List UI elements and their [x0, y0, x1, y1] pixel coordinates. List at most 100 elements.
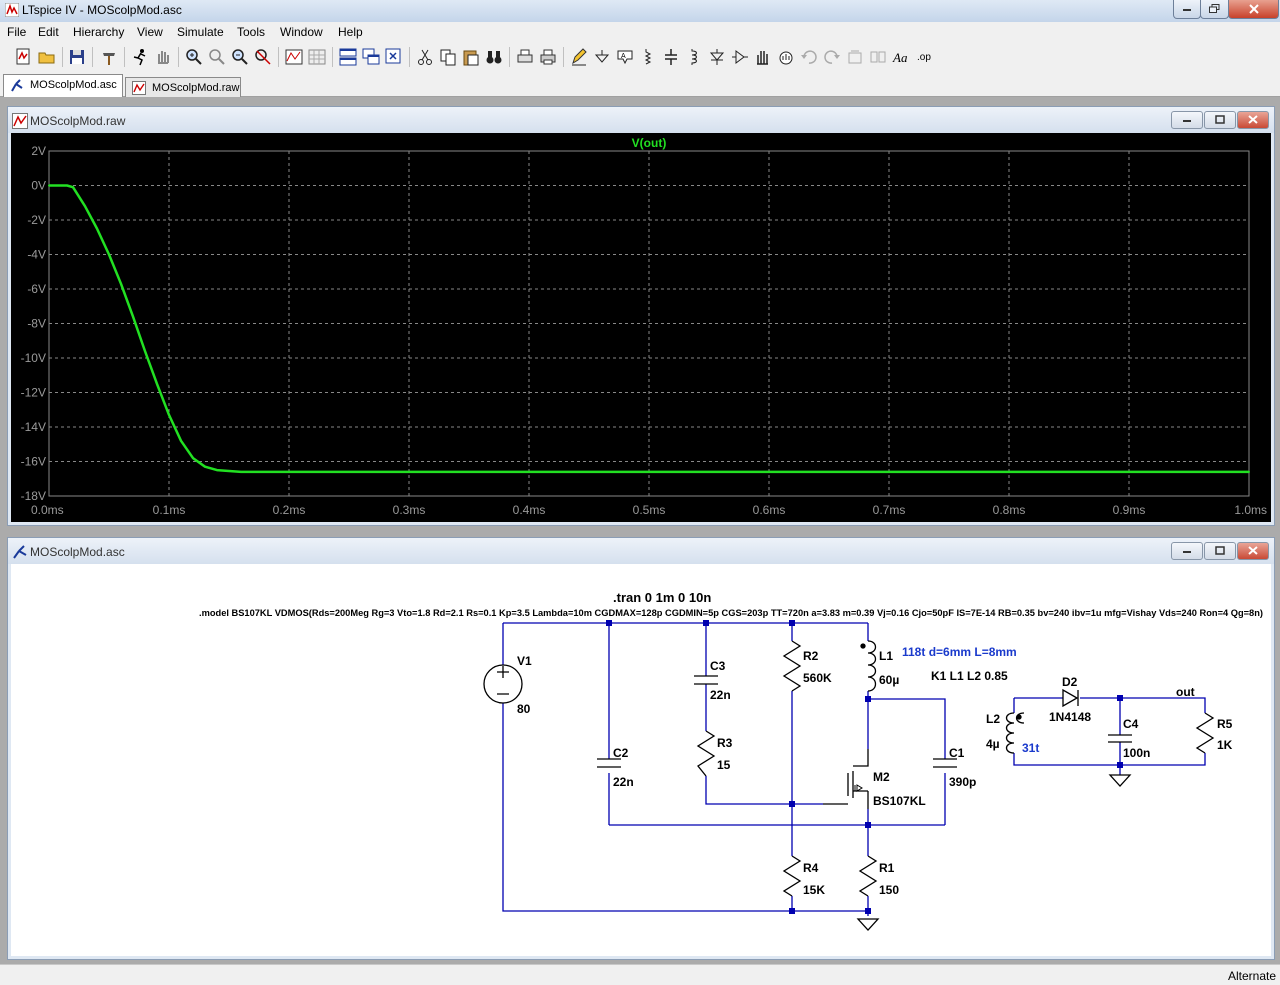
close-icon — [1248, 4, 1259, 14]
schematic-restore-button[interactable] — [1204, 542, 1236, 560]
coupling-directive[interactable]: K1 L1 L2 0.85 — [931, 669, 1008, 683]
mirror-icon[interactable] — [868, 47, 888, 67]
cut-icon[interactable] — [415, 47, 435, 67]
r5-value: 1K — [1217, 738, 1233, 752]
label-net-icon[interactable]: A — [615, 47, 635, 67]
menu-view[interactable]: View — [137, 25, 163, 39]
save-icon[interactable] — [67, 47, 87, 67]
document-tabs: MOScolpMod.asc MOScolpMod.raw — [0, 72, 1280, 97]
capacitor-c4[interactable] — [1108, 734, 1132, 743]
diode-icon[interactable] — [707, 47, 727, 67]
halt-hand-icon[interactable] — [153, 47, 173, 67]
grid-icon[interactable] — [307, 47, 327, 67]
resistor-r3[interactable] — [696, 730, 716, 777]
circuit-diagram[interactable]: .tran 0 1m 0 10n .model BS107KL VDMOS(Rd… — [11, 564, 1269, 954]
zoom-in-icon[interactable] — [184, 47, 204, 67]
trace-point — [240, 470, 242, 473]
open-folder-icon[interactable] — [37, 47, 57, 67]
draw-wire-pencil-icon[interactable] — [569, 47, 589, 67]
spice-directive-icon[interactable]: .op — [914, 47, 934, 67]
schematic-canvas[interactable]: .tran 0 1m 0 10n .model BS107KL VDMOS(Rd… — [11, 564, 1271, 956]
redo-icon[interactable] — [822, 47, 842, 67]
menu-help[interactable]: Help — [338, 25, 363, 39]
capacitor-icon[interactable] — [661, 47, 681, 67]
drag-hand-icon[interactable] — [776, 47, 796, 67]
menu-hierarchy[interactable]: Hierarchy — [73, 25, 124, 39]
autorange-icon[interactable] — [284, 47, 304, 67]
resistor-r1[interactable] — [858, 855, 878, 897]
schematic-minimize-button[interactable] — [1171, 542, 1203, 560]
inductor-icon[interactable] — [684, 47, 704, 67]
capacitor-c2[interactable] — [597, 758, 621, 768]
resistor-r4[interactable] — [782, 855, 802, 897]
tab-waveform[interactable]: MOScolpMod.raw — [125, 77, 241, 97]
trace-point — [66, 184, 68, 187]
schematic-window: MOScolpMod.asc .tran 0 1m 0 10n .model B… — [7, 537, 1275, 960]
menu-window[interactable]: Window — [280, 25, 323, 39]
print-icon[interactable] — [538, 47, 558, 67]
menu-file[interactable]: File — [7, 25, 26, 39]
capacitor-c3[interactable] — [694, 675, 718, 685]
close-all-windows-icon[interactable] — [384, 47, 404, 67]
find-binoculars-icon[interactable] — [484, 47, 504, 67]
turns-comment[interactable]: 31t — [1022, 741, 1039, 755]
paste-icon[interactable] — [461, 47, 481, 67]
zoom-fit-icon[interactable] — [253, 47, 273, 67]
trace-point — [768, 470, 770, 473]
waveform-plot[interactable]: 0.0ms 0.1ms 0.2ms 0.3ms 0.4ms 0.5ms 0.6ms 0.7ms… — [11, 133, 1269, 520]
capacitor-c1[interactable] — [933, 758, 957, 768]
run-simulation-icon[interactable] — [130, 47, 150, 67]
ground-symbol-icon[interactable] — [592, 47, 612, 67]
coil-comment[interactable]: 118t d=6mm L=8mm — [902, 645, 1017, 659]
print-setup-icon[interactable] — [515, 47, 535, 67]
resistor-r5[interactable] — [1195, 712, 1215, 754]
trace-point — [48, 184, 50, 187]
restore-button[interactable] — [1200, 0, 1229, 19]
zoom-out-icon[interactable] — [230, 47, 250, 67]
y-tick-label: 0V — [31, 179, 46, 193]
menu-edit[interactable]: Edit — [38, 25, 59, 39]
waveform-window: MOScolpMod.raw 0.0ms 0.1ms 0.2ms 0.3ms 0.4ms… — [7, 106, 1275, 526]
model-directive[interactable]: .model BS107KL VDMOS(Rds=200Meg Rg=3 Vto… — [199, 608, 1263, 618]
voltage-source-v1[interactable] — [483, 664, 523, 704]
c2-name: C2 — [613, 746, 629, 760]
tile-horizontal-icon[interactable] — [338, 47, 358, 67]
menu-simulate[interactable]: Simulate — [177, 25, 224, 39]
trace-point — [132, 315, 134, 318]
close-button[interactable] — [1228, 0, 1279, 19]
plot-area[interactable]: 0.0ms 0.1ms 0.2ms 0.3ms 0.4ms 0.5ms 0.6ms 0.7ms… — [11, 133, 1271, 522]
waveform-close-button[interactable] — [1237, 111, 1269, 129]
waveform-minimize-button[interactable] — [1171, 111, 1203, 129]
text-icon[interactable]: Aa — [891, 47, 911, 67]
c4-name: C4 — [1123, 717, 1139, 731]
schematic-close-button[interactable] — [1237, 542, 1269, 560]
cascade-windows-icon[interactable] — [361, 47, 381, 67]
l2-name: L2 — [986, 712, 1000, 726]
undo-icon[interactable] — [799, 47, 819, 67]
net-label-out[interactable]: out — [1176, 685, 1195, 699]
r1-value: 150 — [879, 883, 899, 897]
minimize-button[interactable] — [1173, 0, 1201, 19]
resistor-r2[interactable] — [782, 640, 802, 692]
restore-icon — [1215, 115, 1225, 124]
resistor-icon[interactable] — [638, 47, 658, 67]
menu-tools[interactable]: Tools — [237, 25, 265, 39]
mosfet-m2[interactable] — [823, 749, 869, 809]
copy-icon[interactable] — [438, 47, 458, 67]
schematic-icon — [13, 545, 27, 559]
new-schematic-icon[interactable] — [13, 47, 33, 67]
waveform-restore-button[interactable] — [1204, 111, 1236, 129]
diode-d2[interactable] — [1062, 688, 1079, 708]
tab-schematic[interactable]: MOScolpMod.asc — [3, 74, 123, 97]
schematic-icon — [11, 79, 23, 92]
component-icon[interactable] — [730, 47, 750, 67]
move-hand-icon[interactable] — [753, 47, 773, 67]
rotate-icon[interactable] — [845, 47, 865, 67]
pan-icon[interactable] — [207, 47, 227, 67]
m2-value: BS107KL — [873, 794, 926, 808]
trace-point — [84, 205, 86, 208]
tran-directive[interactable]: .tran 0 1m 0 10n — [613, 590, 711, 605]
control-panel-hammer-icon[interactable] — [99, 47, 119, 67]
ground-symbol — [856, 918, 880, 931]
inductor-l1[interactable] — [867, 640, 877, 692]
